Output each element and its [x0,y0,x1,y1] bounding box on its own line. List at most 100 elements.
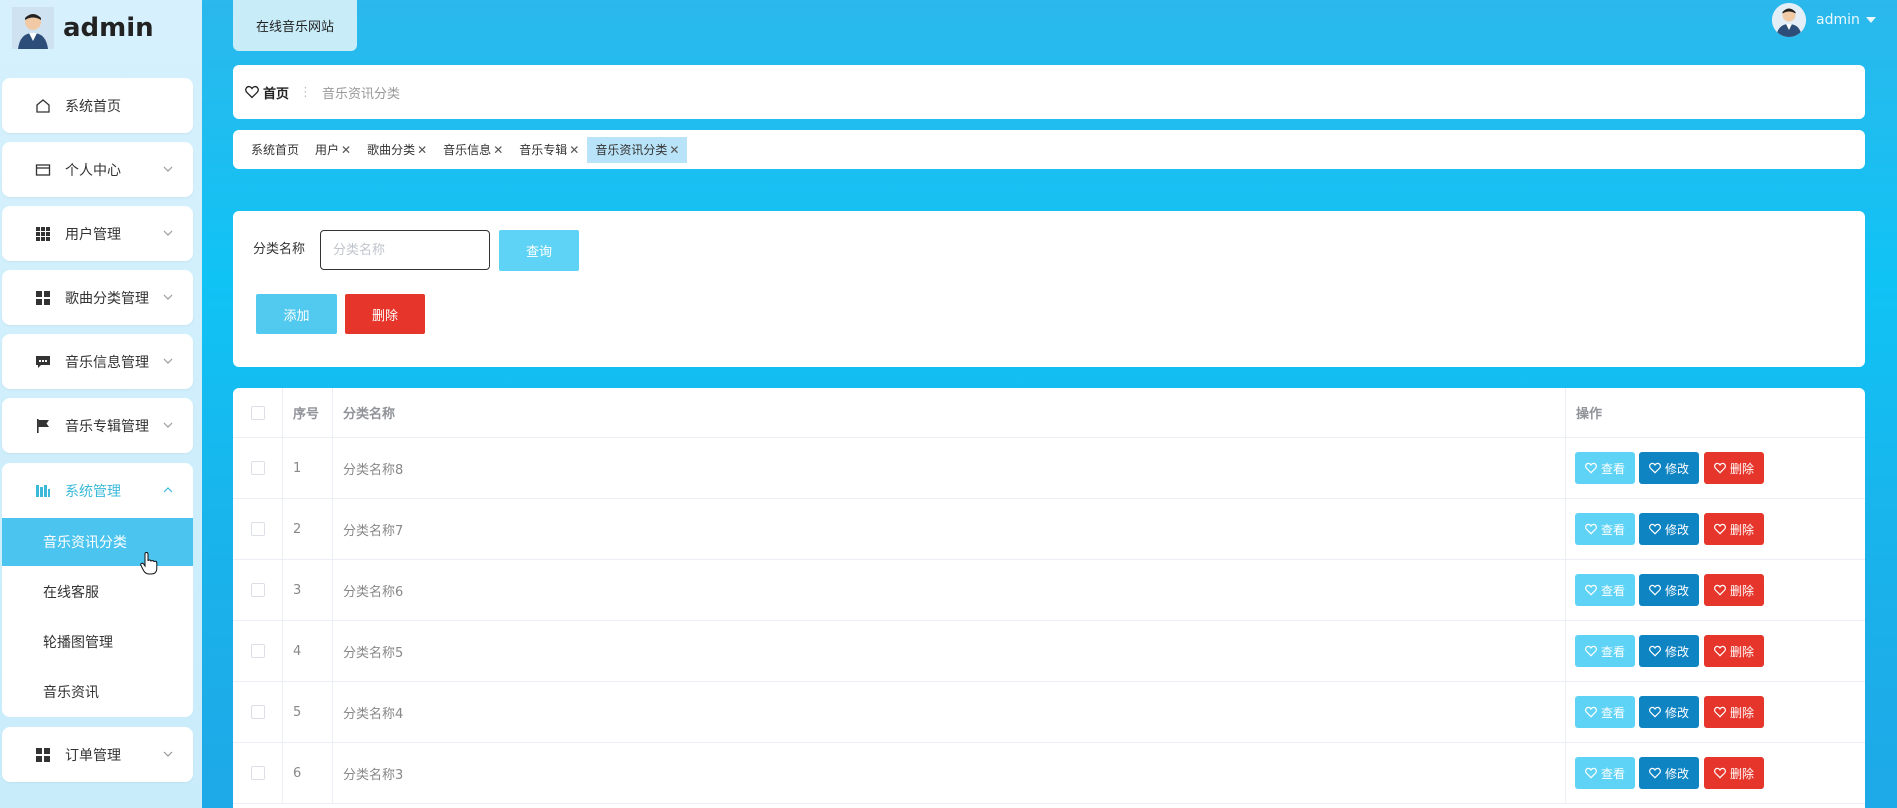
delete-button[interactable]: 删除 [1704,757,1764,789]
submenu-item-online-service[interactable]: 在线客服 [2,568,193,616]
sidebar-item-profile[interactable]: 个人中心 [2,142,193,197]
close-icon[interactable]: ✕ [669,143,679,157]
edit-label: 修改 [1664,766,1689,781]
add-button[interactable]: 添加 [256,294,337,334]
view-button[interactable]: 查看 [1575,452,1635,484]
edit-button[interactable]: 修改 [1639,757,1699,789]
tag-song-category[interactable]: 歌曲分类 ✕ [359,137,435,163]
data-table: 序号 分类名称 操作 1 分类名称8 查看 修改 删除 2 分类名称7 查看 修改 删除 3 分类名称… [233,388,1865,808]
submenu-item-carousel[interactable]: 轮播图管理 [2,618,193,666]
sidebar-item-label: 系统首页 [65,98,121,115]
row-checkbox[interactable] [250,644,265,658]
tag-album[interactable]: 音乐专辑 ✕ [511,137,587,163]
row-name: 分类名称5 [333,621,1566,681]
tag-label: 系统首页 [251,143,300,157]
tag-music-news-category[interactable]: 音乐资讯分类 ✕ [587,136,688,163]
sidebar-item-users[interactable]: 用户管理 [2,206,193,261]
query-button[interactable]: 查询 [499,230,579,271]
chevron-down-icon [163,294,173,300]
row-checkbox[interactable] [250,766,265,780]
delete-label: 删除 [1729,583,1754,598]
close-icon[interactable]: ✕ [341,143,351,157]
header-ops: 操作 [1576,407,1603,422]
delete-button[interactable]: 删除 [1704,574,1764,606]
heart-icon [1714,584,1726,596]
row-checkbox[interactable] [250,583,265,597]
sidebar-item-home[interactable]: 系统首页 [2,78,193,133]
edit-label: 修改 [1664,522,1689,537]
view-button[interactable]: 查看 [1575,696,1635,728]
edit-button[interactable]: 修改 [1639,452,1699,484]
brand-avatar [12,7,54,49]
delete-button[interactable]: 删除 [1704,635,1764,667]
submenu-item-music-news[interactable]: 音乐资讯 [2,668,193,716]
sidebar-item-label: 用户管理 [65,226,121,243]
user-menu[interactable]: admin [1772,2,1876,38]
row-check-cell [233,743,283,803]
row-checkbox[interactable] [250,522,265,536]
submenu-item-music-news-category[interactable]: 音乐资讯分类 [2,518,193,566]
edit-button[interactable]: 修改 [1639,574,1699,606]
heart-icon [1649,523,1661,535]
edit-label: 修改 [1664,461,1689,476]
close-icon[interactable]: ✕ [569,143,579,157]
table-row: 1 分类名称8 查看 修改 删除 [233,438,1865,499]
flag-icon [35,418,51,434]
sidebar-item-label: 音乐信息管理 [65,354,149,371]
row-checkbox[interactable] [250,461,265,475]
view-label: 查看 [1600,644,1625,659]
row-check-cell [233,438,283,498]
breadcrumb-home[interactable]: 首页 [263,83,289,102]
chevron-down-icon [163,422,173,428]
edit-button[interactable]: 修改 [1639,635,1699,667]
breadcrumb: 首页 ⋮ 音乐资讯分类 [233,65,1865,119]
select-all-checkbox[interactable] [250,405,265,420]
heart-icon [1585,584,1597,596]
row-name: 分类名称3 [333,743,1566,803]
edit-button[interactable]: 修改 [1639,513,1699,545]
delete-button[interactable]: 删除 [1704,696,1764,728]
brand-title: admin [63,13,154,43]
tag-music-info[interactable]: 音乐信息 ✕ [435,137,511,163]
row-index: 6 [283,743,333,803]
view-button[interactable]: 查看 [1575,513,1635,545]
heart-icon [1714,462,1726,474]
table-row: 6 分类名称3 查看 修改 删除 [233,743,1865,804]
row-checkbox[interactable] [250,705,265,719]
table-row: 4 分类名称5 查看 修改 删除 [233,621,1865,682]
edit-button[interactable]: 修改 [1639,696,1699,728]
row-check-cell [233,499,283,559]
tag-label: 歌曲分类 [367,143,416,157]
batch-delete-button[interactable]: 删除 [345,294,425,334]
sidebar-item-orders[interactable]: 订单管理 [2,727,193,782]
sidebar-item-song-category[interactable]: 歌曲分类管理 [2,270,193,325]
sidebar-item-album[interactable]: 音乐专辑管理 [2,398,193,453]
sidebar-item-music-info[interactable]: 音乐信息管理 [2,334,193,389]
view-button[interactable]: 查看 [1575,635,1635,667]
chevron-down-icon [163,358,173,364]
table-row: 2 分类名称7 查看 修改 删除 [233,499,1865,560]
tag-home[interactable]: 系统首页 [243,137,307,163]
hand-cursor-icon [140,552,158,575]
delete-button[interactable]: 删除 [1704,452,1764,484]
row-check-cell [233,560,283,620]
view-label: 查看 [1600,766,1625,781]
view-button[interactable]: 查看 [1575,574,1635,606]
search-input[interactable] [320,230,490,270]
delete-label: 删除 [1729,766,1754,781]
table-row: 5 分类名称4 查看 修改 删除 [233,682,1865,743]
site-home-link[interactable]: 在线音乐网站 [233,0,357,51]
chevron-up-icon [163,486,173,492]
heart-icon [1714,523,1726,535]
sidebar: admin 系统首页 个人中心 用户管理 歌曲分类管理 音乐信息管理 音乐专辑管… [0,0,202,808]
heart-icon [1649,584,1661,596]
close-icon[interactable]: ✕ [417,143,427,157]
tag-users[interactable]: 用户 ✕ [307,137,359,163]
tag-label: 用户 [315,143,340,157]
heart-icon [1714,706,1726,718]
close-icon[interactable]: ✕ [493,143,503,157]
view-button[interactable]: 查看 [1575,757,1635,789]
delete-button[interactable]: 删除 [1704,513,1764,545]
batch-delete-label: 删除 [371,308,398,324]
sidebar-item-system[interactable]: 系统管理 [2,463,193,518]
